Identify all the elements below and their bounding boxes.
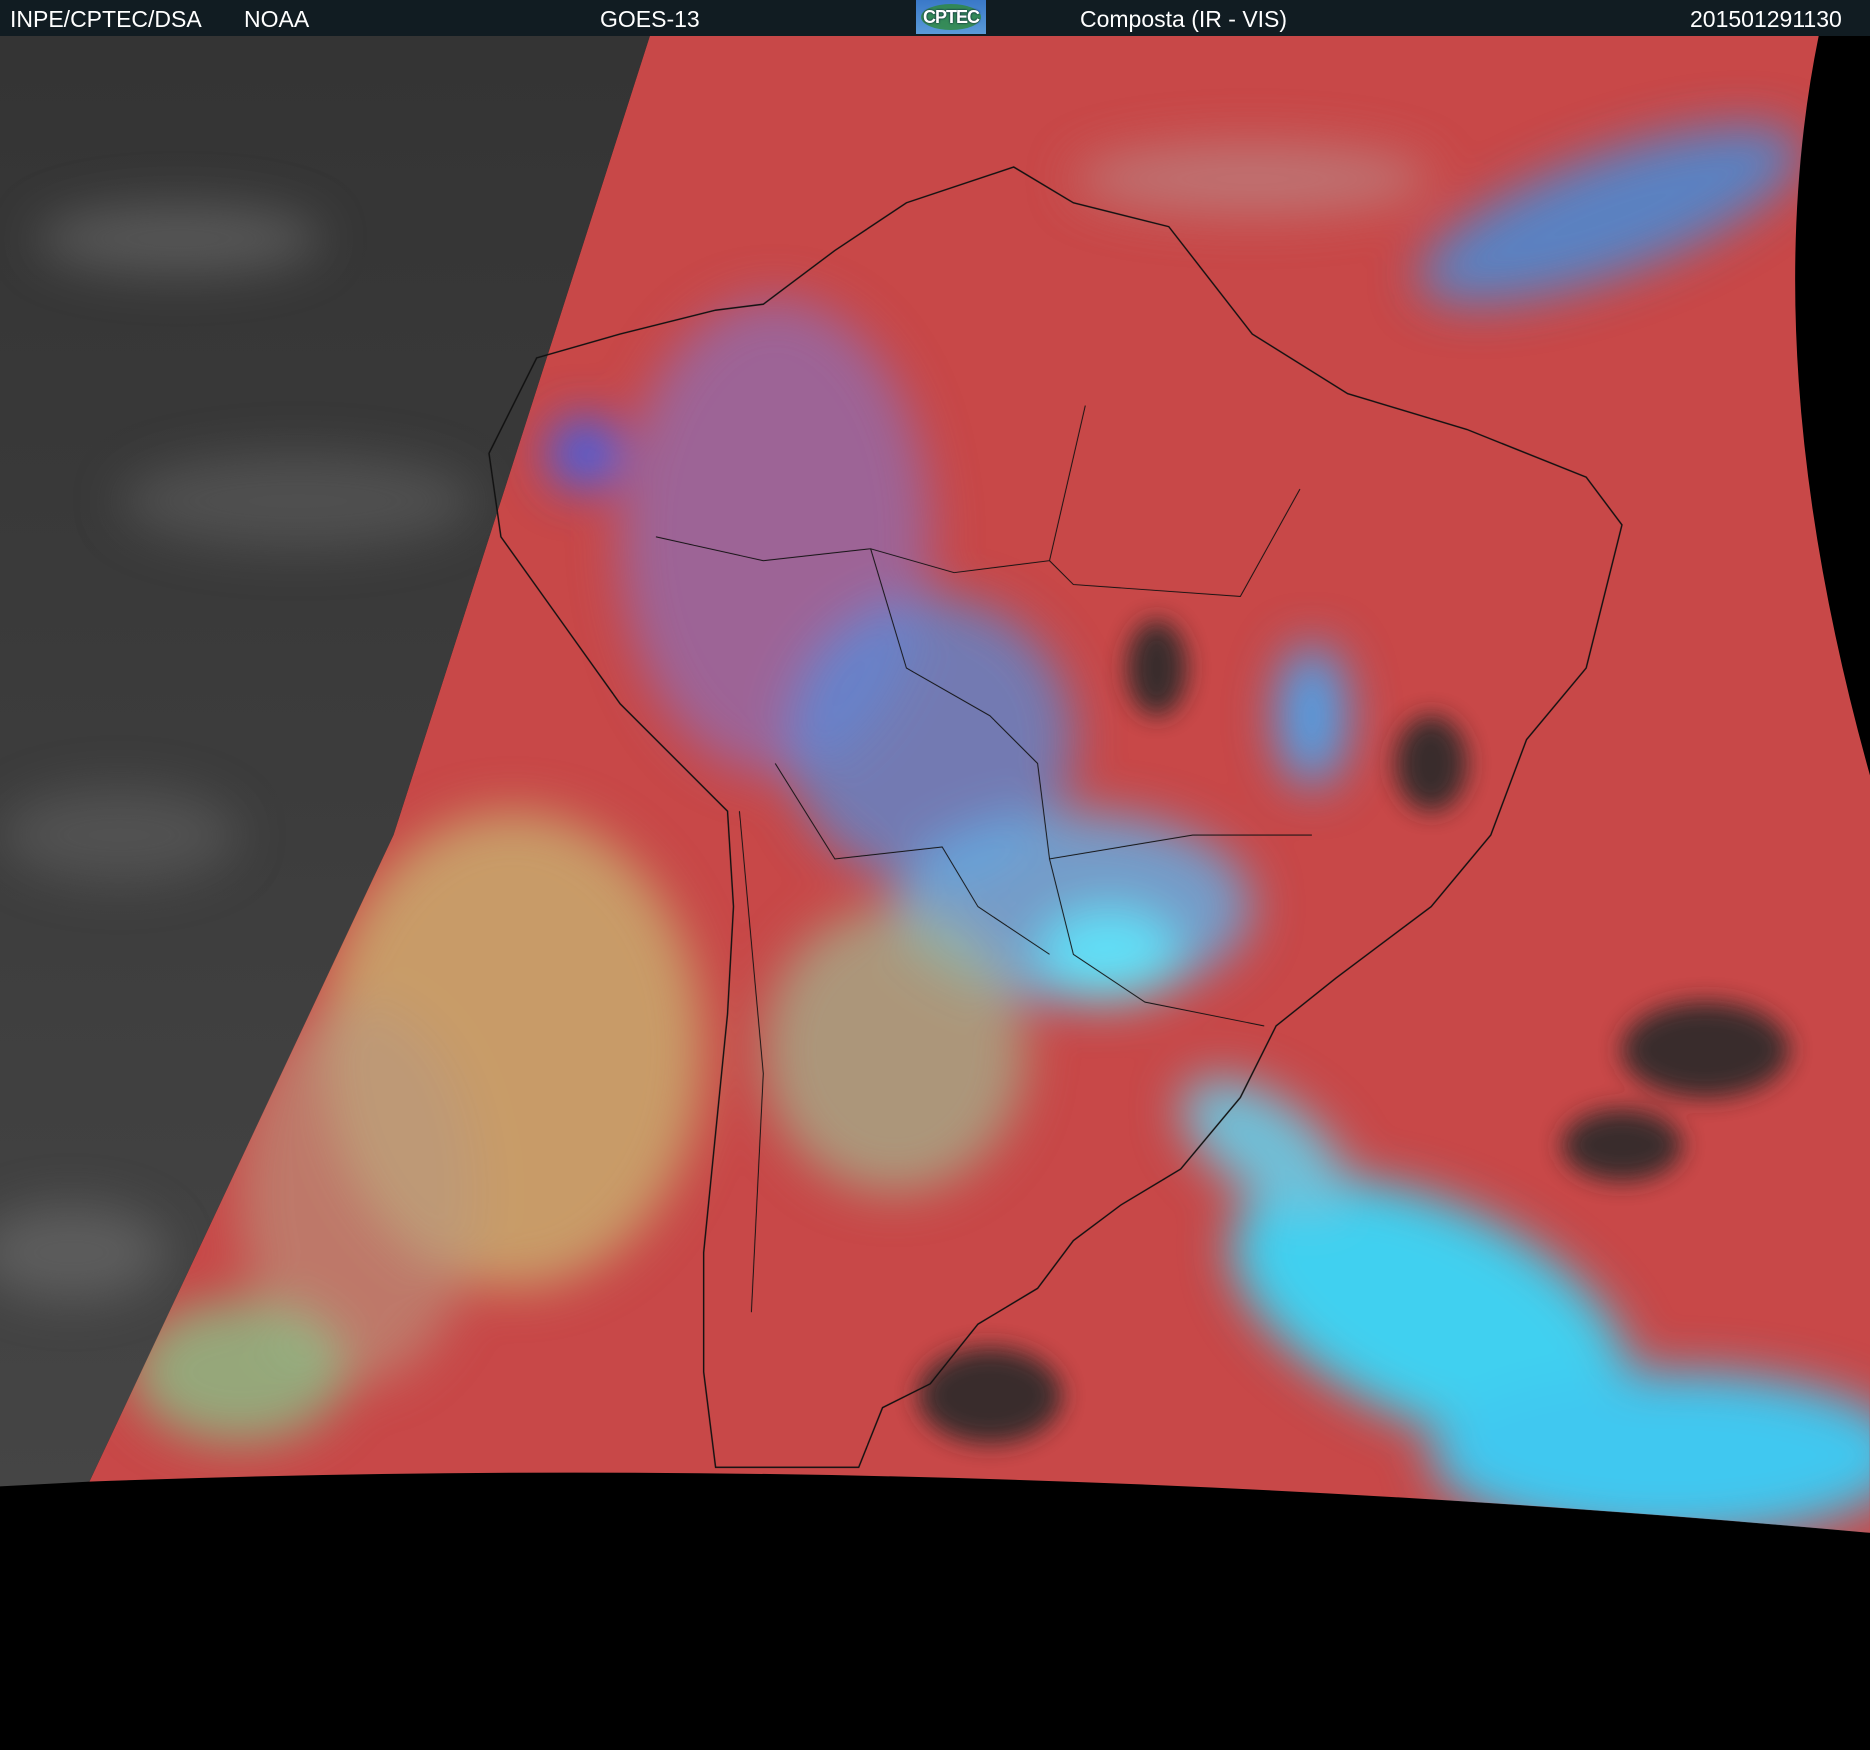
agency-label: INPE/CPTEC/DSA	[10, 6, 202, 32]
satellite-label: GOES-13	[600, 6, 700, 32]
satellite-image	[0, 0, 1870, 1750]
product-label: Composta (IR - VIS)	[1080, 6, 1288, 32]
noaa-label: NOAA	[244, 6, 310, 32]
header-bar: INPE/CPTEC/DSA NOAA GOES-13 CPTEC Compos…	[0, 0, 1870, 36]
cptec-logo: CPTEC	[916, 0, 986, 34]
logo-text: CPTEC	[922, 6, 980, 27]
datetime-label: 201501291130	[1690, 6, 1842, 32]
